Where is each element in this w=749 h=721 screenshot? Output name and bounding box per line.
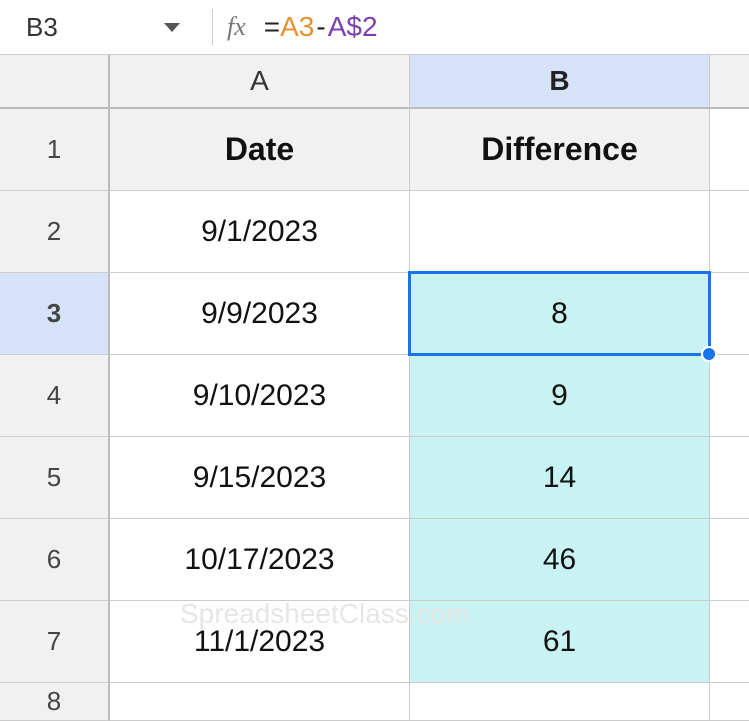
select-all-corner[interactable] — [0, 55, 110, 109]
active-cell-ref: B3 — [26, 12, 58, 43]
row-header-3[interactable]: 3 — [0, 273, 110, 355]
cell-a4[interactable]: 9/10/2023 — [110, 355, 410, 437]
column-header-b[interactable]: B — [410, 55, 710, 109]
row-header-6[interactable]: 6 — [0, 519, 110, 601]
fx-icon[interactable]: fx — [227, 12, 246, 42]
formula-token-op: - — [316, 11, 325, 43]
cell-b5[interactable]: 14 — [410, 437, 710, 519]
cell-b8[interactable] — [410, 683, 710, 721]
cell-b7[interactable]: 61 — [410, 601, 710, 683]
cell-b3-value: 8 — [551, 297, 568, 331]
formula-token-ref1: A3 — [280, 11, 314, 43]
formula-token-eq: = — [264, 11, 280, 43]
row-header-5[interactable]: 5 — [0, 437, 110, 519]
cell-c7[interactable] — [710, 601, 749, 683]
cell-a3[interactable]: 9/9/2023 — [110, 273, 410, 355]
formula-bar: B3 fx = A3 - A$2 — [0, 0, 749, 55]
formula-token-ref2: A$2 — [328, 11, 378, 43]
cell-a7[interactable]: 11/1/2023 — [110, 601, 410, 683]
row-header-2[interactable]: 2 — [0, 191, 110, 273]
cell-a5[interactable]: 9/15/2023 — [110, 437, 410, 519]
cell-c1[interactable] — [710, 109, 749, 191]
cell-b1[interactable]: Difference — [410, 109, 710, 191]
fill-handle[interactable] — [701, 346, 717, 362]
cell-a1[interactable]: Date — [110, 109, 410, 191]
formula-input[interactable]: = A3 - A$2 — [264, 11, 378, 43]
cell-c6[interactable] — [710, 519, 749, 601]
name-box[interactable]: B3 — [8, 7, 198, 47]
cell-b4[interactable]: 9 — [410, 355, 710, 437]
cell-c2[interactable] — [710, 191, 749, 273]
row-header-4[interactable]: 4 — [0, 355, 110, 437]
cell-b2[interactable] — [410, 191, 710, 273]
cell-b3[interactable]: 8 — [410, 273, 710, 355]
cell-c3[interactable] — [710, 273, 749, 355]
divider — [212, 9, 213, 45]
chevron-down-icon[interactable] — [164, 23, 180, 32]
row-header-1[interactable]: 1 — [0, 109, 110, 191]
cell-a6[interactable]: 10/17/2023 — [110, 519, 410, 601]
spreadsheet-grid: A B 1 Date Difference 2 9/1/2023 3 9/9/2… — [0, 55, 749, 721]
cell-a2[interactable]: 9/1/2023 — [110, 191, 410, 273]
row-header-8[interactable]: 8 — [0, 683, 110, 721]
cell-c4[interactable] — [710, 355, 749, 437]
column-header-c[interactable] — [710, 55, 749, 109]
row-header-7[interactable]: 7 — [0, 601, 110, 683]
column-header-a[interactable]: A — [110, 55, 410, 109]
cell-c5[interactable] — [710, 437, 749, 519]
cell-c8[interactable] — [710, 683, 749, 721]
cell-a8[interactable] — [110, 683, 410, 721]
cell-b6[interactable]: 46 — [410, 519, 710, 601]
